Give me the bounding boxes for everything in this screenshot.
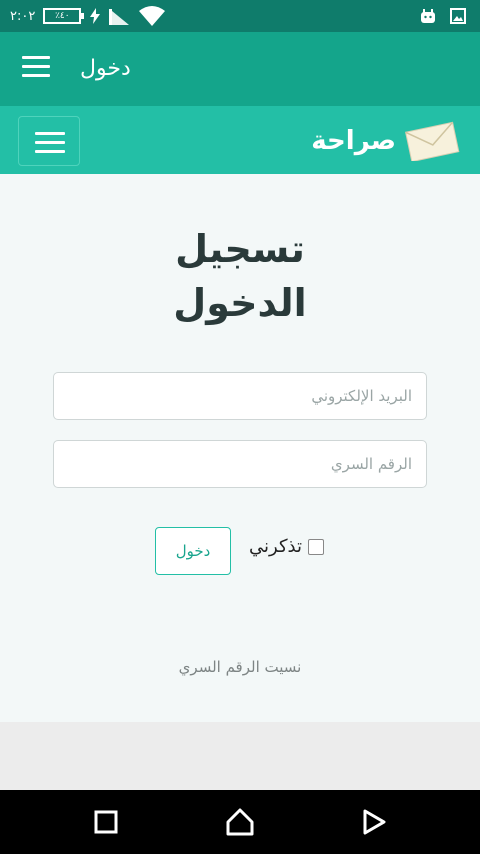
recents-icon[interactable]: [90, 806, 122, 838]
login-button[interactable]: دخول: [155, 527, 231, 575]
charging-icon: [90, 8, 101, 24]
remember-me[interactable]: تذكرني: [249, 536, 324, 557]
remember-me-label: تذكرني: [249, 536, 302, 557]
system-nav-bar: [0, 790, 480, 854]
android-icon: [421, 9, 435, 23]
page-footer-area: [0, 722, 480, 790]
page-title: تسجيل الدخول: [0, 222, 480, 330]
page-title-line2: الدخول: [173, 281, 307, 325]
login-panel: تسجيل الدخول تذكرني دخول نسيت الرقم السر…: [0, 174, 480, 722]
brand-logo[interactable]: صراحة: [311, 118, 460, 164]
back-icon[interactable]: [358, 806, 390, 838]
signal-icon: [109, 9, 130, 25]
home-icon[interactable]: [224, 806, 256, 838]
site-navbar: صراحة: [0, 106, 480, 174]
hamburger-menu-icon: [35, 132, 65, 159]
app-bar: دخول: [0, 32, 480, 106]
app-bar-title: دخول: [80, 56, 131, 81]
image-icon: [450, 8, 466, 24]
wifi-icon: [139, 6, 166, 26]
forgot-password-link[interactable]: نسيت الرقم السري: [0, 658, 480, 676]
hamburger-menu-icon[interactable]: [22, 56, 50, 82]
status-right: [420, 0, 466, 32]
status-bar: ٢:٠٢ ٪٤٠: [0, 0, 480, 32]
page-title-line1: تسجيل: [175, 227, 305, 271]
navbar-toggle-button[interactable]: [18, 116, 80, 166]
brand-name: صراحة: [311, 126, 396, 156]
clock: ٢:٠٢: [10, 8, 36, 24]
remember-me-checkbox[interactable]: [308, 538, 324, 555]
password-input[interactable]: [53, 440, 427, 488]
battery-icon: ٪٤٠: [43, 8, 85, 24]
status-left: ٢:٠٢ ٪٤٠: [10, 0, 166, 32]
email-input[interactable]: [53, 372, 427, 420]
envelope-logo-icon: [405, 121, 460, 161]
